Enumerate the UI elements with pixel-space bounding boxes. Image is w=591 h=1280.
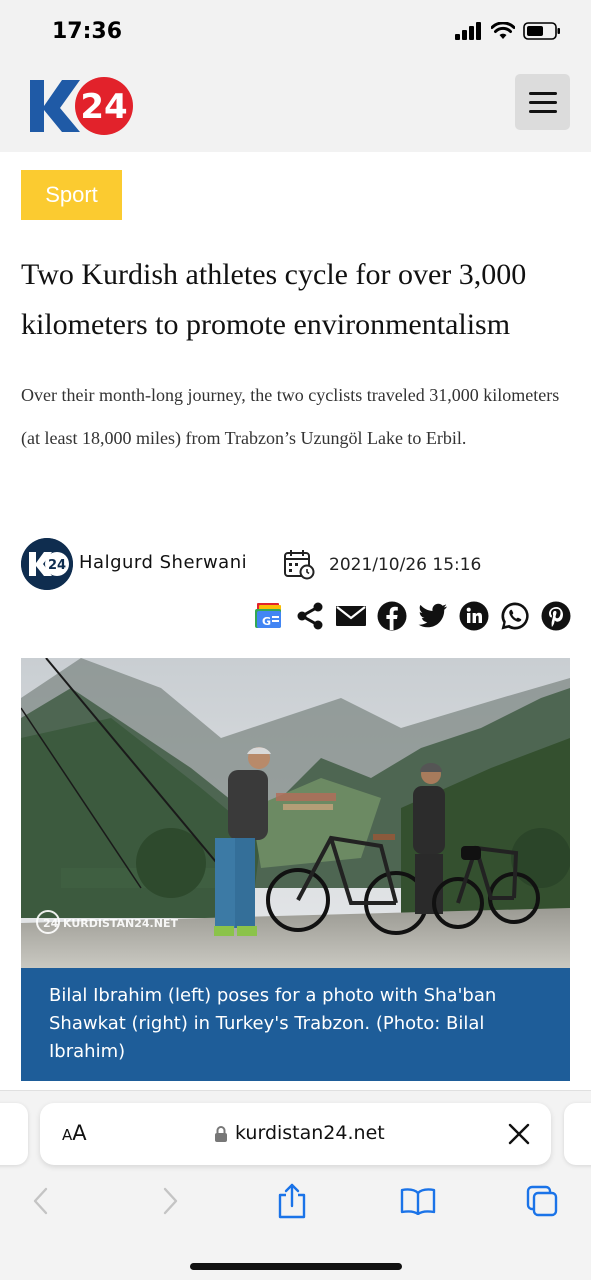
lock-icon: [215, 1126, 227, 1142]
tabs-icon[interactable]: [522, 1181, 562, 1221]
google-news-icon[interactable]: G: [253, 600, 285, 632]
linkedin-icon[interactable]: [458, 600, 490, 632]
reader-settings-button[interactable]: AA: [62, 1121, 87, 1145]
author-avatar[interactable]: 24: [21, 538, 73, 590]
wifi-icon: [491, 22, 515, 39]
back-icon[interactable]: [21, 1181, 61, 1221]
share-sheet-icon[interactable]: [272, 1181, 312, 1221]
status-time: 17:36: [52, 19, 123, 44]
bookmarks-icon[interactable]: [398, 1181, 438, 1221]
k24-logo[interactable]: 24: [30, 68, 134, 143]
category-badge[interactable]: Sport: [21, 170, 122, 220]
hamburger-menu-icon[interactable]: [515, 74, 570, 130]
author-name[interactable]: Halgurd Sherwani: [79, 552, 247, 573]
facebook-icon[interactable]: [376, 600, 408, 632]
whatsapp-icon[interactable]: [499, 600, 531, 632]
next-tab-peek[interactable]: [564, 1103, 591, 1165]
share-row: G: [253, 598, 572, 634]
photo-watermark: KURDISTAN24.NET: [63, 917, 178, 930]
browser-bar: AA kurdistan24.net: [0, 1090, 591, 1280]
pinterest-icon[interactable]: [540, 600, 572, 632]
browser-toolbar: [0, 1181, 591, 1231]
home-indicator: [190, 1263, 402, 1270]
site-header: 24: [0, 62, 591, 152]
publish-date: 2021/10/26 15:16: [329, 555, 482, 575]
url-text[interactable]: kurdistan24.net: [235, 1122, 385, 1144]
photo-caption: Bilal Ibrahim (left) poses for a photo w…: [21, 968, 570, 1081]
svg-text:24: 24: [43, 917, 59, 930]
article-summary: Over their month-long journey, the two c…: [21, 385, 560, 448]
address-bar[interactable]: AA kurdistan24.net: [40, 1103, 551, 1165]
reader-label-small: A: [62, 1126, 73, 1144]
twitter-icon[interactable]: [417, 600, 449, 632]
svg-text:G: G: [262, 615, 271, 628]
calendar-icon: [283, 548, 315, 585]
share-icon[interactable]: [294, 600, 326, 632]
cellular-signal-icon: [455, 22, 481, 40]
reader-label-big: A: [72, 1121, 87, 1145]
previous-tab-peek[interactable]: [0, 1103, 28, 1165]
status-bar: 17:36: [0, 0, 591, 62]
svg-text:24: 24: [80, 87, 127, 127]
article-headline: Two Kurdish athletes cycle for over 3,00…: [21, 258, 527, 341]
status-icons: [455, 22, 561, 40]
battery-icon: [523, 22, 560, 40]
close-icon[interactable]: [507, 1122, 531, 1146]
email-icon[interactable]: [335, 600, 367, 632]
svg-text:24: 24: [48, 558, 66, 573]
article-photo[interactable]: 24 KURDISTAN24.NET: [21, 658, 570, 968]
forward-icon[interactable]: [150, 1181, 190, 1221]
